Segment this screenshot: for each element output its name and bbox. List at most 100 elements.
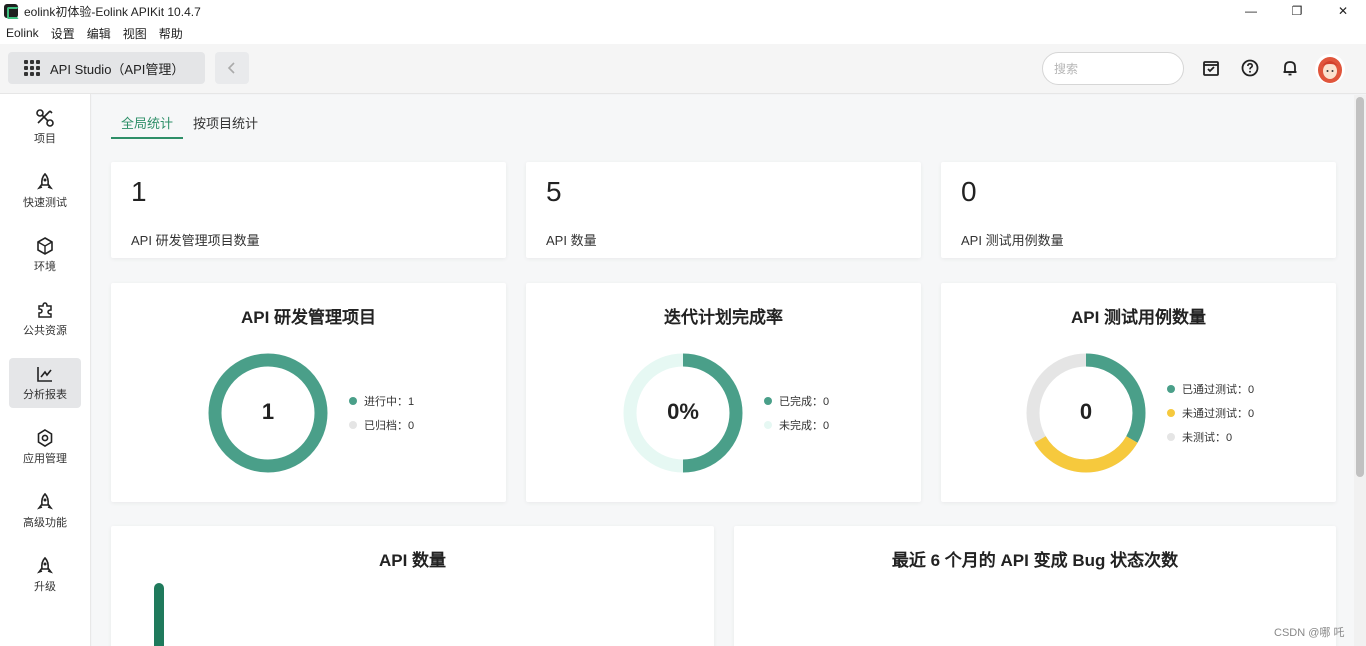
title-bar: eolink初体验-Eolink APIKit 10.4.7 — ❐ ✕ bbox=[0, 0, 1366, 22]
sidebar-item-label: 分析报表 bbox=[23, 389, 67, 401]
legend-label: 已归档：0 bbox=[364, 420, 415, 432]
stat-value: 5 bbox=[546, 176, 562, 207]
chevron-left-icon bbox=[227, 62, 235, 74]
apps-grid-icon bbox=[24, 60, 40, 76]
api-studio-label: API Studio（API管理） bbox=[50, 61, 185, 77]
watermark: CSDN @哪 吒 bbox=[1274, 627, 1345, 639]
legend-item: 未完成：0 bbox=[764, 413, 829, 437]
legend-item: 已归档：0 bbox=[349, 413, 414, 437]
user-avatar[interactable] bbox=[1315, 54, 1345, 84]
help-icon[interactable] bbox=[1240, 58, 1260, 78]
donut-center-value: 0 bbox=[1079, 399, 1093, 424]
stat-card-projects: 1 API 研发管理项目数量 bbox=[111, 162, 506, 258]
legend-item: 已通过测试：0 bbox=[1167, 377, 1254, 401]
window-title: eolink初体验-Eolink APIKit 10.4.7 bbox=[24, 4, 201, 19]
legend-label: 已完成：0 bbox=[779, 396, 830, 408]
stat-label: API 测试用例数量 bbox=[961, 233, 1064, 248]
legend-label: 未测试：0 bbox=[1182, 432, 1233, 444]
close-button[interactable]: ✕ bbox=[1320, 0, 1366, 22]
stat-label: API 数量 bbox=[546, 233, 597, 248]
sidebar-item-environment[interactable]: 环境 bbox=[9, 230, 81, 280]
cube-icon bbox=[35, 236, 55, 256]
stat-label: API 研发管理项目数量 bbox=[131, 233, 260, 248]
donut-arc-failed bbox=[1034, 436, 1138, 473]
main-scrollbar[interactable] bbox=[1354, 95, 1366, 646]
chart-title: API 测试用例数量 bbox=[1070, 308, 1207, 327]
stat-value: 1 bbox=[131, 176, 147, 207]
main-content: 全局统计 按项目统计 1 API 研发管理项目数量 5 API 数量 0 API… bbox=[92, 95, 1354, 646]
menu-eolink[interactable]: Eolink bbox=[6, 26, 39, 40]
restore-button[interactable]: ❐ bbox=[1274, 0, 1320, 22]
bell-icon[interactable] bbox=[1280, 58, 1300, 78]
sidebar-item-label: 项目 bbox=[34, 133, 56, 145]
project-icon bbox=[35, 108, 55, 128]
sidebar-item-label: 公共资源 bbox=[23, 325, 67, 337]
legend-dot bbox=[764, 397, 772, 405]
legend-label: 未完成：0 bbox=[779, 420, 830, 432]
menu-view[interactable]: 视图 bbox=[123, 25, 147, 42]
legend-dot bbox=[349, 421, 357, 429]
menu-help[interactable]: 帮助 bbox=[159, 25, 183, 42]
rocket-icon bbox=[35, 492, 55, 512]
sidebar-item-label: 升级 bbox=[34, 581, 56, 593]
stat-card-apis: 5 API 数量 bbox=[526, 162, 921, 258]
sidebar-item-quick-test[interactable]: 快速测试 bbox=[9, 166, 81, 216]
donut-center-value: 0% bbox=[667, 399, 699, 424]
legend-label: 进行中：1 bbox=[364, 396, 415, 408]
chart-title: 最近 6 个月的 API 变成 Bug 状态次数 bbox=[891, 551, 1179, 570]
chart-card-bug-states: 最近 6 个月的 API 变成 Bug 状态次数 bbox=[734, 526, 1336, 646]
chart-legend: 已完成：0 未完成：0 bbox=[764, 389, 829, 437]
stat-card-testcases: 0 API 测试用例数量 bbox=[941, 162, 1336, 258]
legend-label: 已通过测试：0 bbox=[1182, 384, 1255, 396]
search-input[interactable] bbox=[1042, 52, 1184, 85]
gear-icon bbox=[35, 428, 55, 448]
chart-icon bbox=[35, 364, 55, 384]
app-logo-icon bbox=[4, 4, 19, 19]
sidebar-item-advanced[interactable]: 高级功能 bbox=[9, 486, 81, 536]
legend-dot bbox=[1167, 385, 1175, 393]
scrollbar-thumb[interactable] bbox=[1356, 97, 1364, 477]
chart-card-testcases: API 测试用例数量 0 已通过测试：0 未通过测试：0 未测试：0 bbox=[941, 283, 1336, 502]
collapse-button[interactable] bbox=[215, 52, 249, 84]
stats-tabs: 全局统计 按项目统计 bbox=[111, 115, 268, 139]
rocket-icon bbox=[35, 556, 55, 576]
sidebar-item-app-management[interactable]: 应用管理 bbox=[9, 422, 81, 472]
donut-center-value: 1 bbox=[261, 399, 275, 424]
legend-item: 已完成：0 bbox=[764, 389, 829, 413]
menu-edit[interactable]: 编辑 bbox=[87, 25, 111, 42]
chart-title: 迭代计划完成率 bbox=[664, 308, 783, 327]
minimize-button[interactable]: — bbox=[1228, 0, 1274, 22]
legend-dot bbox=[764, 421, 772, 429]
sidebar: 项目 快速测试 环境 公共资源 分析报表 应用管理 高级功能 升级 bbox=[0, 94, 91, 646]
menu-settings[interactable]: 设置 bbox=[51, 25, 75, 42]
sidebar-item-label: 环境 bbox=[34, 261, 56, 273]
chart-legend: 进行中：1 已归档：0 bbox=[349, 389, 414, 437]
sidebar-item-public-resources[interactable]: 公共资源 bbox=[9, 294, 81, 344]
rocket-icon bbox=[35, 172, 55, 192]
legend-label: 未通过测试：0 bbox=[1182, 408, 1255, 420]
chart-card-iteration: 迭代计划完成率 0% 已完成：0 未完成：0 bbox=[526, 283, 921, 502]
legend-dot bbox=[1167, 409, 1175, 417]
tab-project-stats[interactable]: 按项目统计 bbox=[183, 115, 268, 139]
legend-item: 未通过测试：0 bbox=[1167, 401, 1254, 425]
chart-title: API 研发管理项目 bbox=[240, 308, 377, 327]
sidebar-item-analytics[interactable]: 分析报表 bbox=[9, 358, 81, 408]
calendar-check-icon[interactable] bbox=[1201, 58, 1221, 78]
sidebar-item-upgrade[interactable]: 升级 bbox=[9, 550, 81, 600]
chart-card-projects: API 研发管理项目 1 进行中：1 已归档：0 bbox=[111, 283, 506, 502]
window-controls: — ❐ ✕ bbox=[1228, 0, 1366, 22]
api-studio-button[interactable]: API Studio（API管理） bbox=[8, 52, 205, 84]
sidebar-item-project[interactable]: 项目 bbox=[9, 102, 81, 152]
sidebar-item-label: 应用管理 bbox=[23, 453, 67, 465]
legend-dot bbox=[1167, 433, 1175, 441]
legend-item: 未测试：0 bbox=[1167, 425, 1254, 449]
tab-global-stats[interactable]: 全局统计 bbox=[111, 115, 184, 139]
chart-legend: 已通过测试：0 未通过测试：0 未测试：0 bbox=[1167, 377, 1254, 449]
legend-dot bbox=[349, 397, 357, 405]
puzzle-icon bbox=[35, 300, 55, 320]
api-count-bar bbox=[154, 583, 164, 646]
chart-title: API 数量 bbox=[378, 551, 447, 570]
sidebar-item-label: 快速测试 bbox=[23, 197, 67, 209]
menu-bar: Eolink 设置 编辑 视图 帮助 bbox=[0, 22, 1366, 44]
stat-value: 0 bbox=[961, 176, 977, 207]
